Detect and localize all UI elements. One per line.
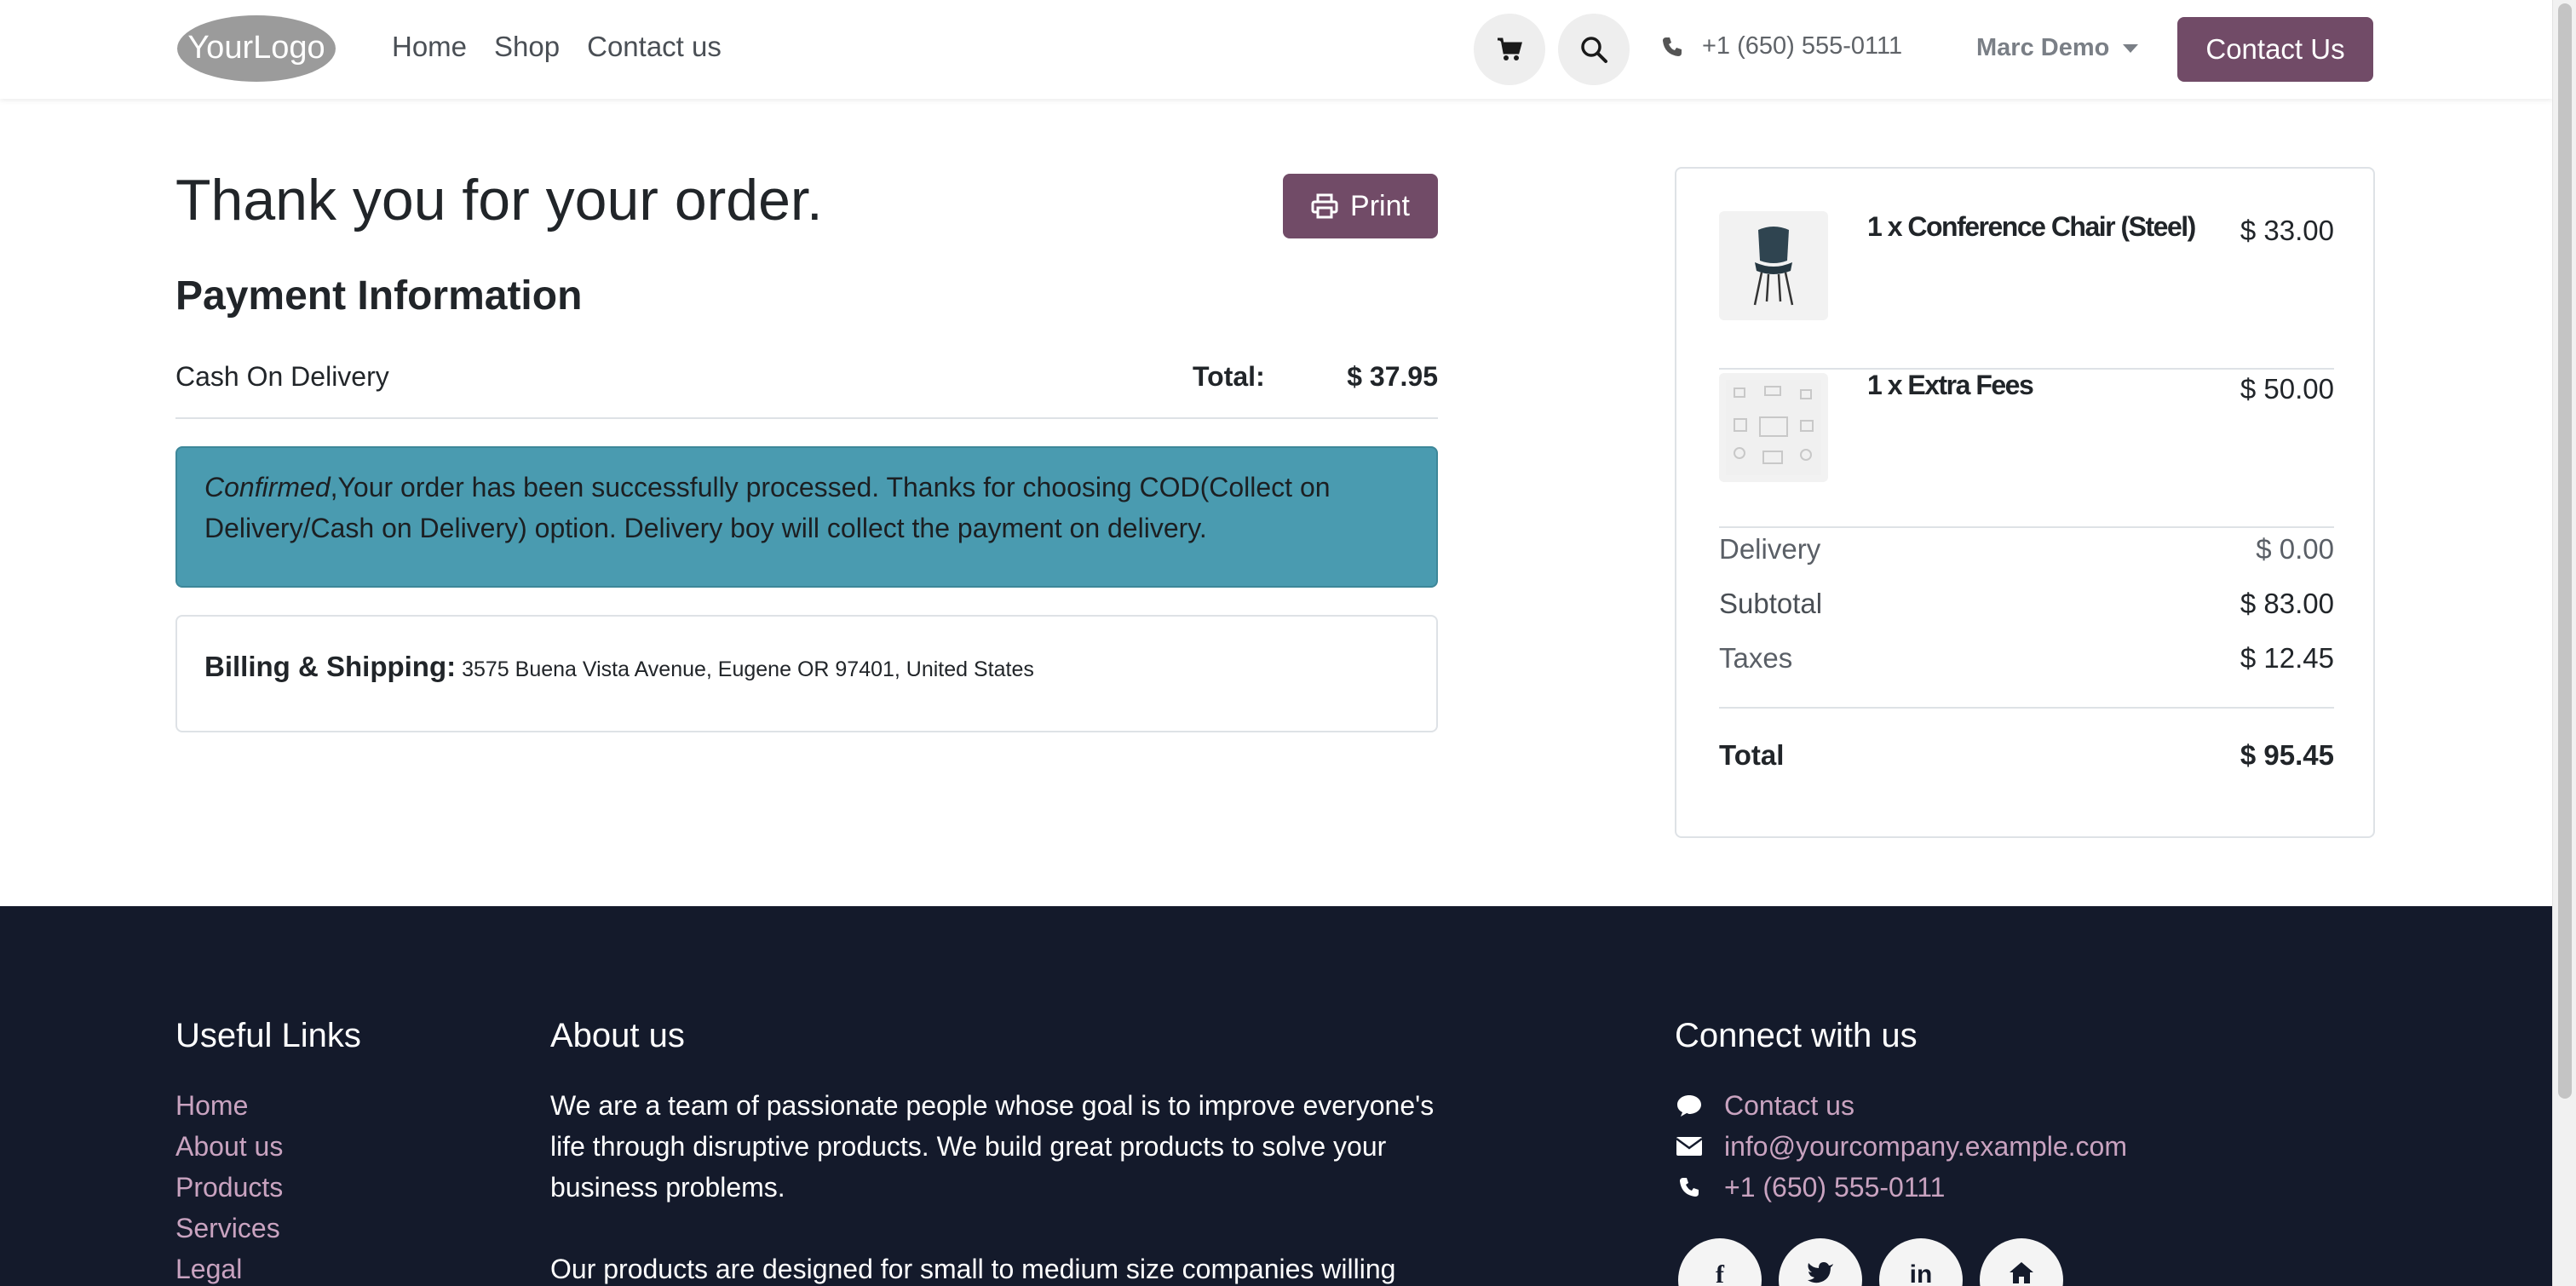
footer-link-products[interactable]: Products bbox=[175, 1167, 283, 1208]
facebook-icon[interactable]: f bbox=[1678, 1238, 1762, 1286]
subtotal-label: Subtotal bbox=[1719, 588, 1823, 619]
line-item-name[interactable]: 1 x Extra Fees bbox=[1867, 370, 2034, 401]
search-icon bbox=[1581, 37, 1607, 63]
placeholder-image-icon[interactable] bbox=[1719, 373, 1828, 482]
about-title: About us bbox=[550, 1017, 685, 1054]
alert-emphasis: Confirmed bbox=[204, 472, 331, 502]
cart-icon bbox=[1498, 37, 1522, 60]
payment-heading: Payment Information bbox=[175, 273, 583, 319]
print-label: Print bbox=[1350, 189, 1410, 222]
payment-row: Cash On Delivery Total: $ 37.95 bbox=[175, 356, 1438, 419]
twitter-icon[interactable] bbox=[1779, 1238, 1862, 1286]
header-phone[interactable]: +1 (650) 555-0111 bbox=[1661, 32, 1902, 60]
useful-links-title: Useful Links bbox=[175, 1017, 361, 1054]
main-nav: Home Shop Contact us bbox=[392, 31, 722, 63]
header-phone-number: +1 (650) 555-0111 bbox=[1702, 32, 1903, 60]
logo-text: YourLogo bbox=[187, 30, 325, 66]
connect-list: Contact us info@yourcompany.example.com … bbox=[1675, 1085, 2127, 1208]
page-title: Thank you for your order. bbox=[175, 168, 823, 233]
payment-total-value: $ 37.95 bbox=[1347, 361, 1438, 392]
connect-phone-label: +1 (650) 555-0111 bbox=[1724, 1172, 1946, 1203]
divider bbox=[1719, 707, 2334, 709]
nav-home[interactable]: Home bbox=[392, 31, 467, 63]
connect-phone-link[interactable]: +1 (650) 555-0111 bbox=[1675, 1167, 2127, 1208]
user-menu[interactable]: Marc Demo bbox=[1976, 34, 2139, 62]
useful-links-list: Home About us Products Services Legal bbox=[175, 1085, 283, 1286]
scrollbar-thumb[interactable] bbox=[2558, 3, 2572, 1099]
taxes-label: Taxes bbox=[1719, 642, 1793, 674]
line-item-name[interactable]: 1 x Conference Chair (Steel) bbox=[1867, 211, 2196, 243]
chevron-down-icon bbox=[2123, 43, 2139, 53]
footer-link-legal[interactable]: Legal bbox=[175, 1249, 283, 1286]
chair-icon[interactable] bbox=[1719, 211, 1828, 320]
grand-total-value: $ 95.45 bbox=[2240, 739, 2334, 771]
billing-address: 3575 Buena Vista Avenue, Eugene OR 97401… bbox=[462, 657, 1034, 681]
envelope-icon bbox=[1675, 1136, 1704, 1157]
connect-email-label: info@yourcompany.example.com bbox=[1724, 1131, 2127, 1162]
comment-icon bbox=[1675, 1094, 1704, 1117]
subtotal-value: $ 83.00 bbox=[2240, 588, 2334, 619]
taxes-value: $ 12.45 bbox=[2240, 642, 2334, 674]
payment-method: Cash On Delivery bbox=[175, 361, 389, 392]
order-line: 1 x Conference Chair (Steel) $ 33.00 bbox=[1719, 211, 2334, 370]
delivery-value: $ 0.00 bbox=[2256, 533, 2334, 565]
order-confirmation-alert: Confirmed,Your order has been successful… bbox=[175, 446, 1438, 588]
home-icon[interactable] bbox=[1980, 1238, 2063, 1286]
grand-total-label: Total bbox=[1719, 739, 1785, 771]
cart-button[interactable] bbox=[1474, 14, 1545, 85]
phone-icon bbox=[1663, 37, 1682, 56]
page-scrollbar[interactable] bbox=[2552, 0, 2576, 1286]
payment-total-label: Total: bbox=[1193, 361, 1265, 392]
footer-link-about[interactable]: About us bbox=[175, 1126, 283, 1167]
footer-link-services[interactable]: Services bbox=[175, 1208, 283, 1249]
about-paragraph: We are a team of passionate people whose… bbox=[550, 1090, 1435, 1203]
line-item-price: $ 33.00 bbox=[2240, 215, 2334, 246]
user-name: Marc Demo bbox=[1976, 34, 2110, 61]
contact-us-button[interactable]: Contact Us bbox=[2177, 17, 2373, 82]
site-footer: Useful Links Home About us Products Serv… bbox=[0, 906, 2552, 1286]
order-line: 1 x Extra Fees $ 50.00 bbox=[1719, 370, 2334, 528]
connect-contact-label: Contact us bbox=[1724, 1090, 1854, 1121]
site-header: YourLogo Home Shop Contact us +1 (650) 5… bbox=[0, 0, 2552, 99]
nav-contact-us[interactable]: Contact us bbox=[587, 31, 722, 63]
subtotal-row: Subtotal $ 83.00 bbox=[1719, 588, 2334, 620]
delivery-row: Delivery $ 0.00 bbox=[1719, 533, 2334, 565]
billing-shipping-box: Billing & Shipping: 3575 Buena Vista Ave… bbox=[175, 615, 1438, 732]
order-summary: 1 x Conference Chair (Steel) $ 33.00 1 x… bbox=[1675, 167, 2375, 838]
company-logo[interactable]: YourLogo bbox=[175, 14, 337, 83]
about-text: We are a team of passionate people whose… bbox=[550, 1085, 1453, 1286]
connect-email-link[interactable]: info@yourcompany.example.com bbox=[1675, 1126, 2127, 1167]
print-button[interactable]: Print bbox=[1283, 174, 1438, 238]
search-button[interactable] bbox=[1558, 14, 1630, 85]
delivery-label: Delivery bbox=[1719, 533, 1821, 565]
social-links: f in bbox=[1678, 1238, 2063, 1286]
grand-total-row: Total $ 95.45 bbox=[1719, 739, 2334, 772]
alert-text: ,Your order has been successfully proces… bbox=[204, 472, 1331, 543]
connect-contact-link[interactable]: Contact us bbox=[1675, 1085, 2127, 1126]
about-paragraph: Our products are designed for small to m… bbox=[550, 1254, 1396, 1284]
connect-title: Connect with us bbox=[1675, 1017, 1918, 1054]
line-item-price: $ 50.00 bbox=[2240, 373, 2334, 405]
nav-shop[interactable]: Shop bbox=[494, 31, 560, 63]
phone-icon bbox=[1675, 1176, 1704, 1198]
linkedin-icon[interactable]: in bbox=[1879, 1238, 1963, 1286]
billing-label: Billing & Shipping: bbox=[204, 651, 457, 682]
taxes-row: Taxes $ 12.45 bbox=[1719, 642, 2334, 675]
footer-link-home[interactable]: Home bbox=[175, 1085, 283, 1126]
printer-icon bbox=[1311, 193, 1338, 219]
